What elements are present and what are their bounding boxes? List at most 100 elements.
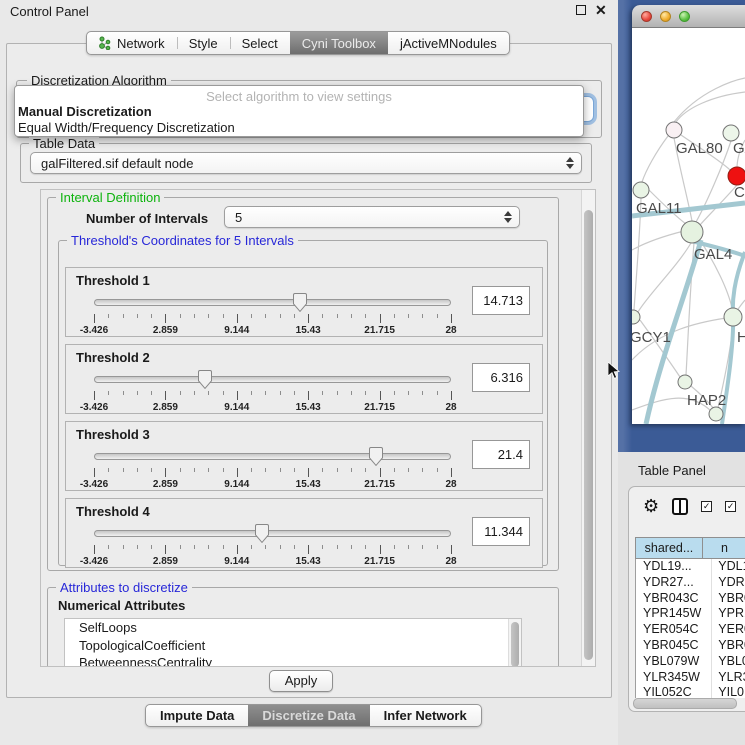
table-row[interactable]: YDL19...YDL1 xyxy=(636,559,745,575)
node-label: GAL4 xyxy=(694,246,732,263)
node-label: HAP2 xyxy=(687,392,726,409)
node-label: H xyxy=(737,329,745,346)
tick-label: 15.43 xyxy=(296,402,321,413)
number-of-intervals-combobox[interactable]: 5 xyxy=(224,206,520,228)
threshold-4-panel: Threshold 4 -3.4262.8599.14415.4321.7152… xyxy=(65,498,543,568)
threshold-1-slider[interactable]: -3.4262.8599.14415.4321.71528 xyxy=(94,296,451,336)
node-label: GAL80 xyxy=(676,140,723,157)
node-gal11[interactable] xyxy=(633,182,649,198)
tab-discretize-data[interactable]: Discretize Data xyxy=(248,705,369,726)
threshold-2-value-field[interactable]: 6.316 xyxy=(472,363,530,392)
table-row[interactable]: YLR345WYLR3 xyxy=(636,670,745,686)
tab-network[interactable]: Network xyxy=(87,32,177,54)
tick-label: 15.43 xyxy=(296,325,321,336)
node-label: GA xyxy=(733,140,745,157)
tab-jactivemnodules[interactable]: jActiveMNodules xyxy=(388,32,509,54)
control-panel-window: Control Panel ✕ Network Style Select Cyn… xyxy=(0,0,618,745)
column-header-shared[interactable]: shared... xyxy=(635,537,703,559)
table-header-row: shared... n xyxy=(635,537,745,559)
network-window-titlebar[interactable] xyxy=(632,5,745,28)
slider-track[interactable] xyxy=(94,376,451,383)
minimize-traffic-light-icon[interactable] xyxy=(660,11,671,22)
network-icon xyxy=(99,36,112,50)
threshold-2-slider[interactable]: -3.4262.8599.14415.4321.71528 xyxy=(94,373,451,413)
gear-icon[interactable]: ⚙ xyxy=(643,497,659,515)
split-columns-icon[interactable] xyxy=(672,498,688,515)
table-row[interactable]: YBR043CYBR0 xyxy=(636,591,745,607)
dropdown-option-manual[interactable]: Manual Discretization xyxy=(15,104,583,120)
tab-style[interactable]: Style xyxy=(177,32,230,54)
column-header-name[interactable]: n xyxy=(703,537,745,559)
bottom-tab-bar: Impute Data Discretize Data Infer Networ… xyxy=(145,704,482,727)
node-selected-red[interactable] xyxy=(728,167,745,185)
table-row[interactable]: YDR27...YDR2 xyxy=(636,575,745,591)
tick-label: -3.426 xyxy=(80,479,108,490)
number-of-intervals-label: Number of Intervals xyxy=(86,211,208,226)
settings-scrollbar[interactable] xyxy=(581,190,595,666)
close-traffic-light-icon[interactable] xyxy=(641,11,652,22)
threshold-4-slider[interactable]: -3.4262.8599.14415.4321.71528 xyxy=(94,527,451,567)
slider-handle[interactable] xyxy=(198,370,212,389)
dropdown-option-equal-width[interactable]: Equal Width/Frequency Discretization xyxy=(15,120,583,136)
apply-button[interactable]: Apply xyxy=(269,670,333,692)
checkbox-icon[interactable]: ✓ xyxy=(725,501,736,512)
table-toolbar: ⚙ ✓ ✓ xyxy=(643,496,736,516)
table-data-combobox[interactable]: galFiltered.sif default node xyxy=(30,152,582,174)
table-row[interactable]: YIL052CYIL0 xyxy=(636,685,745,698)
table-body: YDL19...YDL1 YDR27...YDR2 YBR043CYBR0 YP… xyxy=(635,559,745,698)
close-icon[interactable]: ✕ xyxy=(595,4,607,16)
dropdown-hint: Select algorithm to view settings xyxy=(15,86,583,104)
node-ga[interactable] xyxy=(723,125,739,141)
threshold-3-value-field[interactable]: 21.4 xyxy=(472,440,530,469)
thresholds-group: Threshold's Coordinates for 5 Intervals … xyxy=(58,240,548,566)
tick-label: 21.715 xyxy=(364,402,395,413)
table-row[interactable]: YBL079WYBL0 xyxy=(636,654,745,670)
numerical-attributes-label: Numerical Attributes xyxy=(58,598,185,613)
tick-label: 9.144 xyxy=(224,402,249,413)
slider-track[interactable] xyxy=(94,530,451,537)
list-item[interactable]: TopologicalCoefficient xyxy=(65,637,521,655)
slider-handle[interactable] xyxy=(255,524,269,543)
tab-infer-network[interactable]: Infer Network xyxy=(370,705,481,726)
list-item[interactable]: SelfLoops xyxy=(65,619,521,637)
tick-label: 9.144 xyxy=(224,556,249,567)
checkbox-icon[interactable]: ✓ xyxy=(701,501,712,512)
window-title: Control Panel xyxy=(10,4,89,19)
tick-label: 21.715 xyxy=(364,479,395,490)
tick-label: 9.144 xyxy=(224,479,249,490)
threshold-2-panel: Threshold 2 -3.4262.8599.14415.4321.7152… xyxy=(65,344,543,414)
node-bottom[interactable] xyxy=(709,407,723,421)
threshold-3-slider[interactable]: -3.4262.8599.14415.4321.71528 xyxy=(94,450,451,490)
list-item[interactable]: BetweennessCentrality xyxy=(65,654,521,667)
float-window-icon[interactable] xyxy=(576,5,586,15)
zoom-traffic-light-icon[interactable] xyxy=(679,11,690,22)
tab-impute-data[interactable]: Impute Data xyxy=(146,705,248,726)
tick-label: 28 xyxy=(445,325,456,336)
slider-track[interactable] xyxy=(94,299,451,306)
node-hap2[interactable] xyxy=(678,375,692,389)
threshold-1-value-field[interactable]: 14.713 xyxy=(472,286,530,315)
network-graph: GAL80 GA C GAL11 GAL4 GCY1 H HAP2 xyxy=(632,28,745,424)
algorithm-dropdown-popup: Select algorithm to view settings Manual… xyxy=(14,85,584,137)
list-scrollbar[interactable] xyxy=(508,619,521,667)
tab-select[interactable]: Select xyxy=(230,32,290,54)
tick-label: 28 xyxy=(445,402,456,413)
network-canvas[interactable]: GAL80 GA C GAL11 GAL4 GCY1 H HAP2 xyxy=(632,28,745,424)
table-horizontal-scrollbar[interactable] xyxy=(633,698,741,709)
slider-track[interactable] xyxy=(94,453,451,460)
node-gal80[interactable] xyxy=(666,122,682,138)
slider-handle[interactable] xyxy=(293,293,307,312)
table-row[interactable]: YBR045CYBR0 xyxy=(636,638,745,654)
tab-cyni-toolbox[interactable]: Cyni Toolbox xyxy=(290,32,388,54)
threshold-4-value-field[interactable]: 11.344 xyxy=(472,517,530,546)
slider-handle[interactable] xyxy=(369,447,383,466)
table-row[interactable]: YPR145WYPR1 xyxy=(636,606,745,622)
node-gcy1[interactable] xyxy=(632,310,640,324)
combobox-value: galFiltered.sif default node xyxy=(41,156,193,171)
table-row[interactable]: YER054CYER0 xyxy=(636,622,745,638)
tick-label: 2.859 xyxy=(153,556,178,567)
network-view-window: GAL80 GA C GAL11 GAL4 GCY1 H HAP2 xyxy=(632,5,745,424)
tick-label: -3.426 xyxy=(80,556,108,567)
node-h[interactable] xyxy=(724,308,742,326)
node-gal4[interactable] xyxy=(681,221,703,243)
